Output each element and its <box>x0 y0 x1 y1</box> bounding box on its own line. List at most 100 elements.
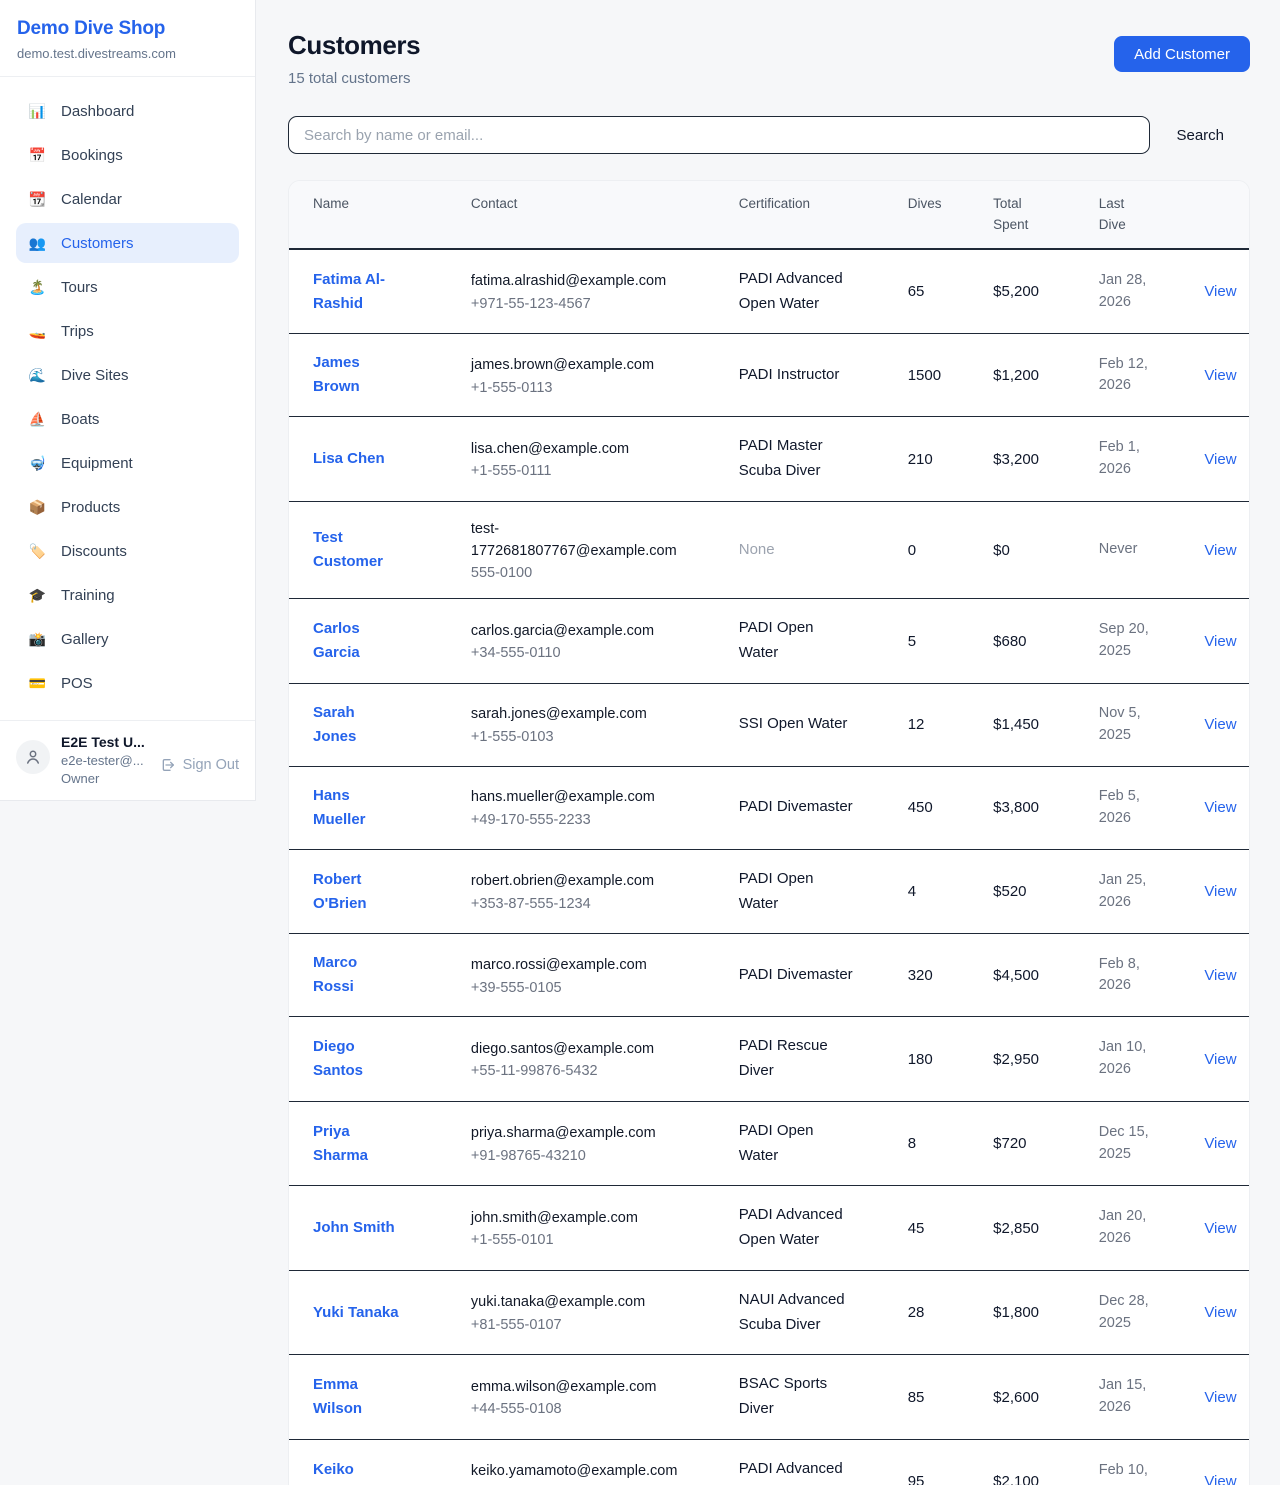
certification-label: NAUI Advanced Scuba Diver <box>739 1288 855 1338</box>
table-header-row: Name Contact Certification Dives Total S… <box>289 181 1249 249</box>
sidebar-item-bookings[interactable]: 📅 Bookings <box>16 135 239 175</box>
sidebar-item-boats[interactable]: ⛵ Boats <box>16 399 239 439</box>
sidebar: Demo Dive Shop demo.test.divestreams.com… <box>0 0 256 801</box>
customer-name-link[interactable]: Sarah Jones <box>313 701 400 749</box>
customer-name-link[interactable]: Hans Mueller <box>313 784 400 832</box>
customer-name-link[interactable]: Keiko Yamamoto <box>313 1458 400 1485</box>
certification-label: PADI Open Water <box>739 867 855 917</box>
sidebar-item-training[interactable]: 🎓 Training <box>16 575 239 615</box>
total-spent: $2,850 <box>993 1220 1039 1237</box>
customer-phone: 555-0100 <box>471 565 715 581</box>
view-customer-link[interactable]: View <box>1204 367 1236 384</box>
view-customer-link[interactable]: View <box>1204 1304 1236 1321</box>
customer-email: james.brown@example.com <box>471 355 689 377</box>
logout-icon <box>160 757 176 773</box>
table-row: Fatima Al-Rashid fatima.alrashid@example… <box>289 249 1249 334</box>
sidebar-item-tours[interactable]: 🏝️ Tours <box>16 267 239 307</box>
dives-count: 450 <box>908 799 933 816</box>
view-customer-link[interactable]: View <box>1204 799 1236 816</box>
customer-name-link[interactable]: James Brown <box>313 351 400 399</box>
total-spent: $720 <box>993 1135 1026 1152</box>
customer-name-link[interactable]: Robert O'Brien <box>313 868 400 916</box>
add-customer-button[interactable]: Add Customer <box>1114 36 1250 72</box>
view-customer-link[interactable]: View <box>1204 967 1236 984</box>
customer-name-link[interactable]: Emma Wilson <box>313 1373 400 1421</box>
dives-count: 65 <box>908 283 925 300</box>
customer-phone: +1-555-0101 <box>471 1232 715 1248</box>
search-input[interactable] <box>288 116 1150 154</box>
customer-name-link[interactable]: John Smith <box>313 1216 395 1240</box>
dives-count: 28 <box>908 1304 925 1321</box>
table-row: Emma Wilson emma.wilson@example.com +44-… <box>289 1355 1249 1440</box>
col-header-name: Name <box>289 181 459 249</box>
dives-count: 95 <box>908 1473 925 1485</box>
customer-name-link[interactable]: Carlos Garcia <box>313 617 400 665</box>
view-customer-link[interactable]: View <box>1204 716 1236 733</box>
total-spent: $0 <box>993 542 1010 559</box>
total-spent: $2,100 <box>993 1473 1039 1485</box>
view-customer-link[interactable]: View <box>1204 633 1236 650</box>
training-icon: 🎓 <box>28 587 47 604</box>
gallery-icon: 📸 <box>28 631 47 648</box>
certification-label: PADI Advanced Open Water <box>739 1203 855 1253</box>
view-customer-link[interactable]: View <box>1204 1220 1236 1237</box>
sidebar-item-pos[interactable]: 💳 POS <box>16 663 239 703</box>
total-spent: $1,450 <box>993 716 1039 733</box>
total-spent: $680 <box>993 633 1026 650</box>
certification-label: PADI Advanced Open Water <box>739 267 855 317</box>
table-row: Test Customer test-1772681807767@example… <box>289 501 1249 599</box>
customers-table: Name Contact Certification Dives Total S… <box>289 181 1249 1485</box>
sidebar-item-gallery[interactable]: 📸 Gallery <box>16 619 239 659</box>
customer-name-link[interactable]: Test Customer <box>313 526 400 574</box>
sidebar-item-dashboard[interactable]: 📊 Dashboard <box>16 91 239 131</box>
brand: Demo Dive Shop demo.test.divestreams.com <box>0 0 255 77</box>
customer-phone: +353-87-555-1234 <box>471 896 715 912</box>
user-icon <box>24 748 42 766</box>
customer-name-link[interactable]: Priya Sharma <box>313 1120 400 1168</box>
table-row: Yuki Tanaka yuki.tanaka@example.com +81-… <box>289 1270 1249 1355</box>
view-customer-link[interactable]: View <box>1204 1135 1236 1152</box>
col-header-contact: Contact <box>459 181 727 249</box>
total-spent: $2,600 <box>993 1389 1039 1406</box>
customer-name-link[interactable]: Fatima Al-Rashid <box>313 268 400 316</box>
customer-email: sarah.jones@example.com <box>471 704 689 726</box>
customer-email: emma.wilson@example.com <box>471 1377 689 1399</box>
sidebar-item-dive-sites[interactable]: 🌊 Dive Sites <box>16 355 239 395</box>
user-info: E2E Test U... e2e-tester@... Owner <box>61 734 145 786</box>
customer-phone: +81-555-0107 <box>471 1317 715 1333</box>
sidebar-item-trips[interactable]: 🚤 Trips <box>16 311 239 351</box>
sidebar-nav: 📊 Dashboard 📅 Bookings 📆 Calendar 👥 Cust… <box>0 77 255 720</box>
col-header-last-dive: Last Dive <box>1087 181 1193 249</box>
customer-email: marco.rossi@example.com <box>471 955 689 977</box>
dives-count: 5 <box>908 633 916 650</box>
customer-name-link[interactable]: Diego Santos <box>313 1035 400 1083</box>
sign-out-button[interactable]: Sign Out <box>160 757 239 773</box>
view-customer-link[interactable]: View <box>1204 451 1236 468</box>
view-customer-link[interactable]: View <box>1204 1473 1236 1485</box>
search-button[interactable]: Search <box>1150 127 1250 144</box>
customer-name-link[interactable]: Yuki Tanaka <box>313 1301 399 1325</box>
view-customer-link[interactable]: View <box>1204 1389 1236 1406</box>
sidebar-item-products[interactable]: 📦 Products <box>16 487 239 527</box>
products-icon: 📦 <box>28 499 47 516</box>
total-spent: $2,950 <box>993 1051 1039 1068</box>
dives-count: 320 <box>908 967 933 984</box>
view-customer-link[interactable]: View <box>1204 883 1236 900</box>
avatar <box>16 740 50 774</box>
sidebar-item-calendar[interactable]: 📆 Calendar <box>16 179 239 219</box>
sidebar-item-discounts[interactable]: 🏷️ Discounts <box>16 531 239 571</box>
sidebar-item-equipment[interactable]: 🤿 Equipment <box>16 443 239 483</box>
sidebar-item-customers[interactable]: 👥 Customers <box>16 223 239 263</box>
view-customer-link[interactable]: View <box>1204 283 1236 300</box>
view-customer-link[interactable]: View <box>1204 542 1236 559</box>
customer-name-link[interactable]: Marco Rossi <box>313 951 400 999</box>
view-customer-link[interactable]: View <box>1204 1051 1236 1068</box>
tours-icon: 🏝️ <box>28 279 47 296</box>
customer-phone: +1-555-0103 <box>471 729 715 745</box>
total-spent: $3,800 <box>993 799 1039 816</box>
last-dive-date: Jan 25, 2026 <box>1099 870 1159 914</box>
certification-label: PADI Rescue Diver <box>739 1034 855 1084</box>
customer-phone: +55-11-99876-5432 <box>471 1063 715 1079</box>
total-spent: $5,200 <box>993 283 1039 300</box>
customer-name-link[interactable]: Lisa Chen <box>313 447 385 471</box>
